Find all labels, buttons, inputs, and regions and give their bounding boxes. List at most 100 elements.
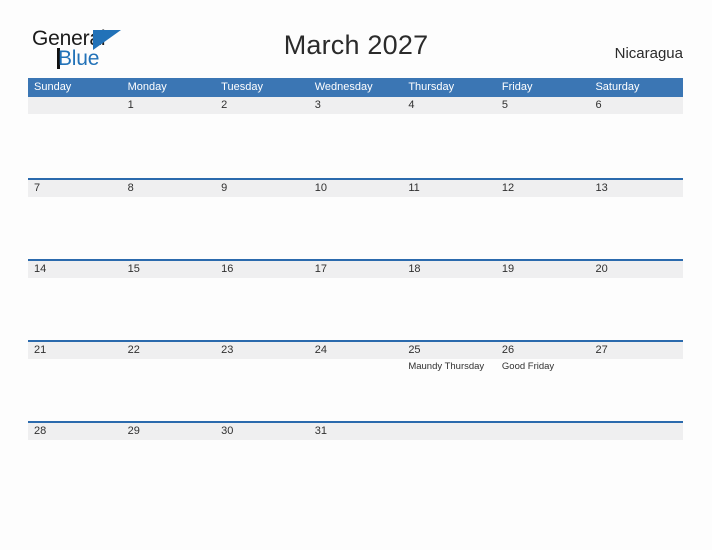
day-events: [595, 440, 683, 442]
day-events: [408, 197, 496, 199]
day-events: [221, 197, 309, 199]
day-number: 10: [314, 182, 327, 194]
day-events: [128, 278, 216, 280]
calendar-day-cell[interactable]: 18: [402, 261, 496, 342]
day-number: 30: [221, 425, 234, 437]
day-events: [595, 197, 683, 199]
calendar-day-cell[interactable]: 20: [589, 261, 683, 342]
calendar-day-cell[interactable]: 10: [309, 180, 403, 261]
day-events: [34, 440, 122, 442]
day-events: [408, 440, 496, 442]
day-number: 26: [501, 344, 515, 356]
day-events: [221, 114, 309, 116]
day-number: 11: [408, 182, 420, 194]
day-number: 15: [127, 263, 140, 275]
calendar-day-cell[interactable]: 28: [28, 423, 122, 504]
calendar-day-cell[interactable]: 19: [496, 261, 590, 342]
calendar-day-cell-empty: [28, 97, 122, 178]
calendar-day-cell[interactable]: 5: [496, 97, 590, 178]
calendar-day-cell[interactable]: 11: [402, 180, 496, 261]
day-number: 21: [34, 344, 47, 356]
calendar-day-cell[interactable]: 27: [589, 342, 683, 423]
day-number: 14: [34, 263, 47, 275]
day-events: [128, 440, 216, 442]
calendar-day-cell-empty: [496, 423, 590, 504]
calendar-day-cell[interactable]: 2: [215, 97, 309, 178]
day-number: 28: [34, 425, 47, 437]
day-events: [502, 278, 590, 280]
day-events: [315, 197, 403, 199]
day-events: [315, 278, 403, 280]
calendar-week-row: 21 22 23 24 25 Maundy Thursday 26 Good Friday 27: [28, 340, 683, 421]
weekday-header-monday: Monday: [127, 81, 167, 93]
day-number: 4: [408, 99, 415, 111]
calendar-day-cell[interactable]: 3: [309, 97, 403, 178]
calendar-day-cells: 7 8 9 10 11 12 13: [28, 180, 683, 261]
calendar-week-row: 1 2 3 4 5 6: [28, 97, 683, 178]
calendar-day-cell[interactable]: 29: [122, 423, 216, 504]
day-events: [502, 440, 590, 442]
calendar-page: General Blue March 2027 Nicaragua Sunday…: [0, 0, 712, 550]
calendar-day-cell[interactable]: 25 Maundy Thursday: [402, 342, 496, 423]
holiday-label: Maundy Thursday: [408, 361, 485, 372]
calendar-day-cell[interactable]: 9: [215, 180, 309, 261]
country-label: Nicaragua: [614, 45, 683, 62]
calendar-day-cell[interactable]: 15: [122, 261, 216, 342]
day-number: 31: [314, 425, 327, 437]
calendar-day-cell[interactable]: 31: [309, 423, 403, 504]
day-number: 25: [408, 344, 421, 356]
page-header: General Blue March 2027 Nicaragua: [0, 0, 712, 76]
weekday-header-friday: Friday: [501, 81, 533, 93]
day-events: [502, 197, 590, 199]
day-events: [408, 114, 496, 116]
day-events: [128, 197, 216, 199]
weekday-header-thursday: Thursday: [408, 81, 455, 93]
day-number: 3: [314, 99, 321, 111]
calendar-day-cell[interactable]: 24: [309, 342, 403, 423]
day-events: [408, 278, 496, 280]
weekday-header-wednesday: Wednesday: [314, 81, 373, 93]
calendar-week-row: 7 8 9 10 11 12 13: [28, 178, 683, 259]
day-events: [221, 278, 309, 280]
day-number: 20: [595, 263, 608, 275]
calendar-day-cell-empty: [589, 423, 683, 504]
holiday-label: Good Friday: [501, 361, 555, 372]
day-events: [34, 197, 122, 199]
calendar-day-cell[interactable]: 30: [215, 423, 309, 504]
calendar-day-cell[interactable]: 12: [496, 180, 590, 261]
day-number: 6: [595, 99, 602, 111]
weekday-header-sunday: Sunday: [34, 81, 72, 93]
day-number: 13: [595, 182, 608, 194]
calendar-day-cell[interactable]: 26 Good Friday: [496, 342, 590, 423]
day-events: [34, 359, 122, 361]
day-events: [221, 440, 309, 442]
calendar-day-cell[interactable]: 14: [28, 261, 122, 342]
calendar-day-cell[interactable]: 23: [215, 342, 309, 423]
day-number: 23: [221, 344, 234, 356]
day-events: [128, 114, 216, 116]
calendar-day-cell[interactable]: 16: [215, 261, 309, 342]
calendar-day-cell[interactable]: 21: [28, 342, 122, 423]
day-number: 29: [127, 425, 140, 437]
day-number: 27: [595, 344, 608, 356]
calendar-day-cell[interactable]: 22: [122, 342, 216, 423]
calendar-day-cells: 28 29 30 31: [28, 423, 683, 504]
calendar-day-cell[interactable]: 6: [589, 97, 683, 178]
calendar-day-cell[interactable]: 7: [28, 180, 122, 261]
calendar-day-cells: 21 22 23 24 25 Maundy Thursday 26 Good Friday 27: [28, 342, 683, 423]
calendar-day-cell[interactable]: 13: [589, 180, 683, 261]
day-events: [595, 114, 683, 116]
day-number: 18: [408, 263, 421, 275]
weekday-header-row: Sunday Monday Tuesday Wednesday Thursday…: [28, 78, 683, 97]
calendar-day-cell-empty: [402, 423, 496, 504]
calendar-day-cell[interactable]: 4: [402, 97, 496, 178]
day-events: [221, 359, 309, 361]
day-number: 17: [314, 263, 327, 275]
calendar-day-cell[interactable]: 8: [122, 180, 216, 261]
calendar-day-cell[interactable]: 1: [122, 97, 216, 178]
day-events: [502, 114, 590, 116]
calendar-day-cell[interactable]: 17: [309, 261, 403, 342]
weekday-header-tuesday: Tuesday: [221, 81, 263, 93]
day-events: [128, 359, 216, 361]
day-events: [315, 359, 403, 361]
